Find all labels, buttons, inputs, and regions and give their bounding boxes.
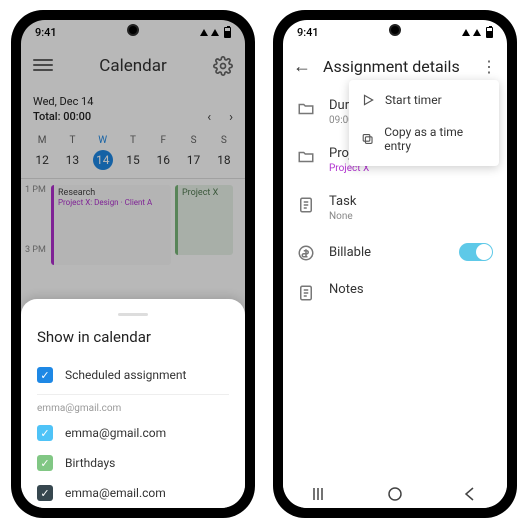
- filter-label: emma@email.com: [65, 486, 166, 500]
- menu-label: Copy as a time entry: [384, 125, 487, 153]
- status-icons: [462, 27, 493, 38]
- filter-row[interactable]: ✓ emma@email.com: [37, 478, 229, 508]
- back-arrow-icon[interactable]: ←: [293, 56, 311, 77]
- menu-label: Start timer: [385, 93, 442, 107]
- task-icon: [297, 196, 315, 214]
- overflow-menu: Start timer Copy as a time entry: [349, 80, 499, 166]
- menu-start-timer[interactable]: Start timer: [349, 84, 499, 116]
- filter-row[interactable]: ✓ Scheduled assignment: [37, 360, 229, 390]
- billable-toggle[interactable]: [459, 243, 493, 261]
- folder-icon: [297, 148, 315, 166]
- checkbox-icon[interactable]: ✓: [37, 485, 53, 501]
- account-label: emma@gmail.com: [37, 399, 229, 418]
- more-icon[interactable]: ⋮: [481, 57, 497, 76]
- detail-row-notes[interactable]: Notes: [283, 272, 507, 312]
- bottom-sheet: Show in calendar ✓ Scheduled assignment …: [21, 299, 245, 508]
- filter-label: Birthdays: [65, 456, 115, 470]
- status-time: 9:41: [297, 26, 319, 39]
- play-icon: [361, 93, 375, 107]
- checkbox-icon[interactable]: ✓: [37, 425, 53, 441]
- sheet-handle[interactable]: [118, 313, 148, 316]
- detail-label: Notes: [329, 282, 364, 297]
- filter-label: Scheduled assignment: [65, 368, 186, 382]
- filter-row[interactable]: ✓ Birthdays: [37, 448, 229, 478]
- nav-recents[interactable]: [311, 485, 329, 503]
- detail-row-task[interactable]: Task None: [283, 184, 507, 232]
- folder-icon: [297, 100, 315, 118]
- screen-title: Assignment details: [323, 57, 469, 76]
- filter-label: emma@gmail.com: [65, 426, 166, 440]
- checkbox-icon[interactable]: ✓: [37, 455, 53, 471]
- detail-row-billable[interactable]: Billable: [283, 232, 507, 272]
- billable-icon: [297, 244, 315, 262]
- nav-home[interactable]: [386, 485, 404, 503]
- detail-label: Task: [329, 194, 356, 209]
- sheet-title: Show in calendar: [37, 328, 229, 346]
- menu-copy-entry[interactable]: Copy as a time entry: [349, 116, 499, 162]
- nav-back[interactable]: [461, 485, 479, 503]
- detail-value: None: [329, 211, 356, 222]
- checkbox-icon[interactable]: ✓: [37, 367, 53, 383]
- copy-icon: [361, 132, 374, 146]
- notes-icon: [297, 284, 315, 302]
- filter-row[interactable]: ✓ emma@gmail.com: [37, 418, 229, 448]
- detail-label: Billable: [329, 245, 371, 260]
